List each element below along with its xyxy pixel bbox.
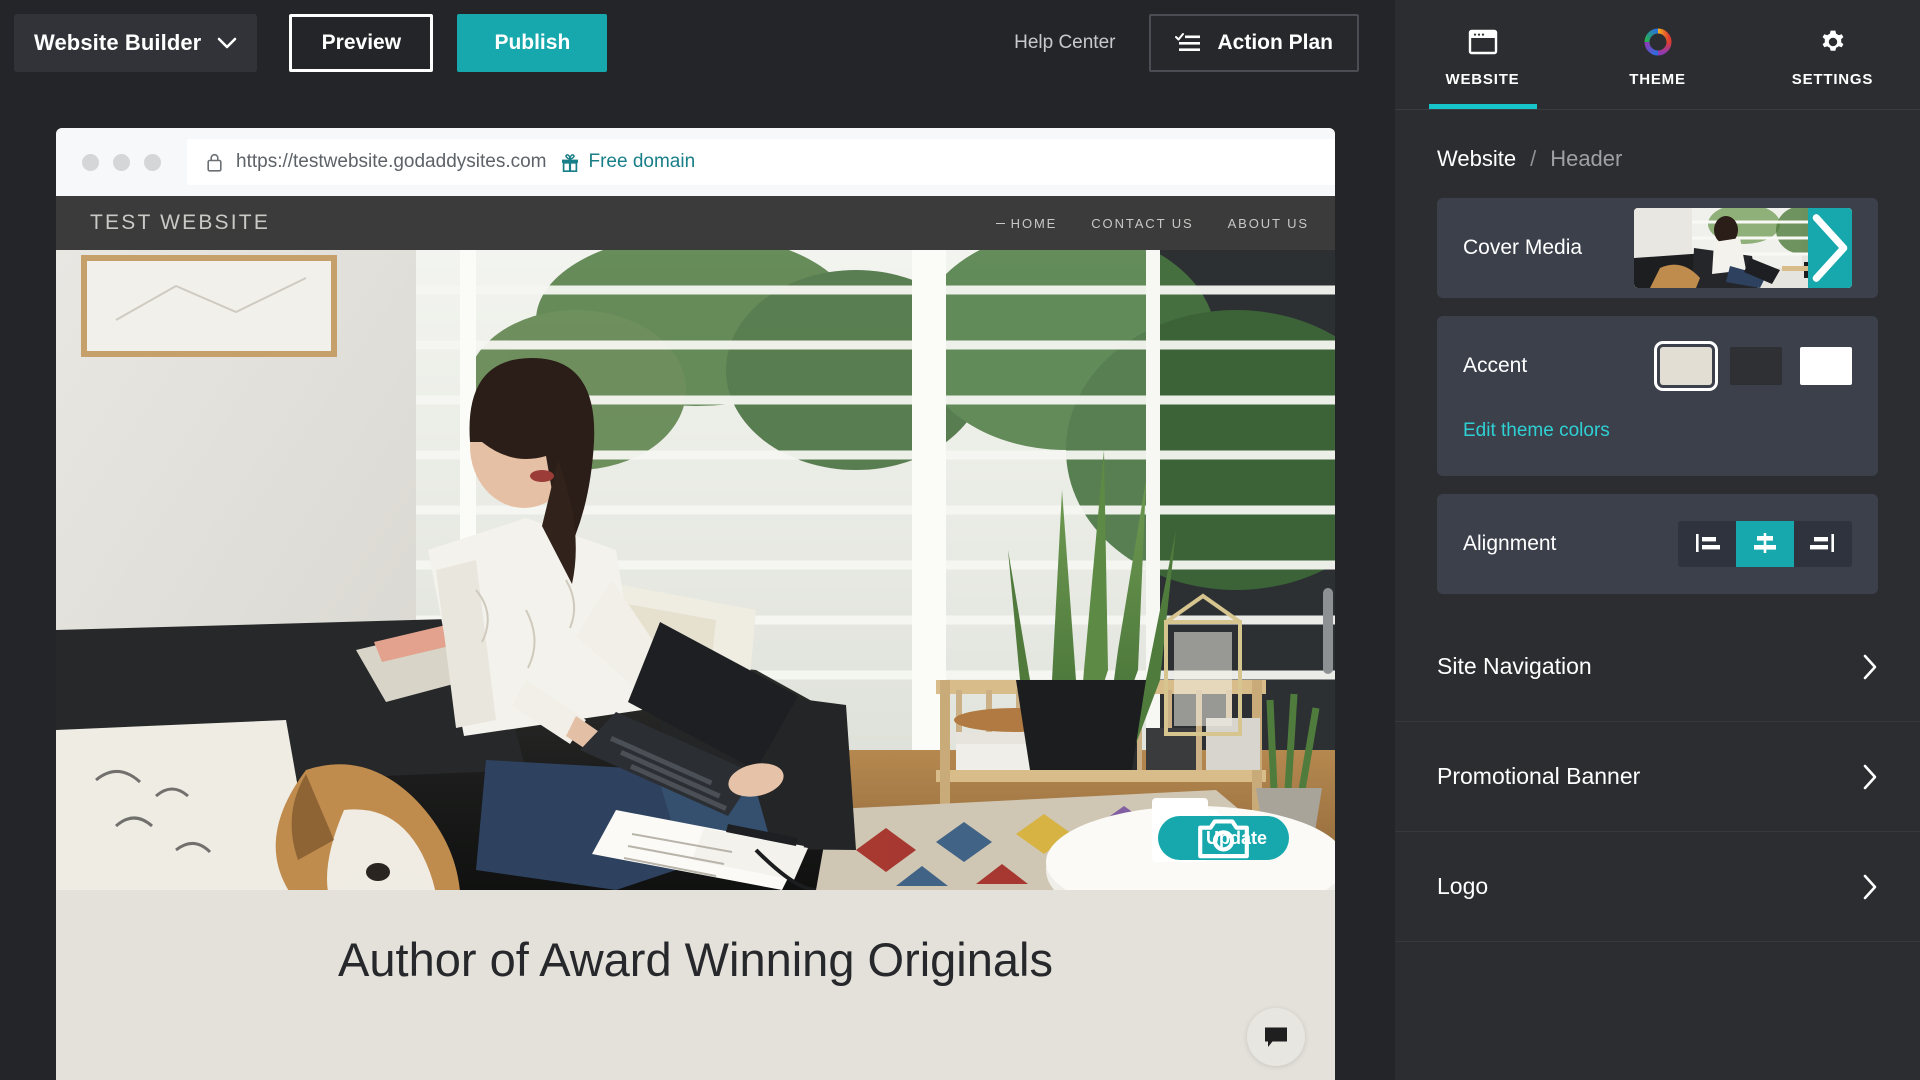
cover-media-label: Cover Media xyxy=(1463,236,1583,259)
chevron-right-icon xyxy=(1808,208,1852,288)
cover-media-row: Cover Media xyxy=(1463,198,1852,298)
sidebar-item-promotional-banner[interactable]: Promotional Banner xyxy=(1395,722,1920,832)
breadcrumb-separator: / xyxy=(1530,146,1537,171)
editor-sidebar: WEBSITE THEME SETTINGS Website / Header … xyxy=(1395,0,1920,1080)
color-wheel-icon xyxy=(1643,27,1673,57)
tab-settings-label: SETTINGS xyxy=(1791,71,1874,88)
align-left-button[interactable] xyxy=(1678,521,1736,567)
alignment-button-group xyxy=(1678,521,1852,567)
site-header-bar: TEST WEBSITE HOME CONTACT US ABOUT US xyxy=(56,196,1335,250)
browser-dot xyxy=(82,153,99,171)
align-center-button[interactable] xyxy=(1736,521,1794,567)
free-domain-label: Free domain xyxy=(588,151,696,172)
tab-theme[interactable]: THEME xyxy=(1570,0,1745,109)
gear-icon xyxy=(1818,27,1848,57)
chat-widget-button[interactable] xyxy=(1247,1008,1305,1066)
gift-icon xyxy=(561,153,579,172)
chevron-right-icon xyxy=(1862,873,1878,901)
alignment-label: Alignment xyxy=(1463,532,1557,555)
sidebar-tab-bar: WEBSITE THEME SETTINGS xyxy=(1395,0,1920,110)
hero-photo-illustration xyxy=(56,250,1335,890)
sidebar-item-logo[interactable]: Logo xyxy=(1395,832,1920,942)
alignment-card: Alignment xyxy=(1437,494,1878,594)
chevron-right-icon xyxy=(1862,653,1878,681)
publish-button[interactable]: Publish xyxy=(457,14,608,72)
url-text: https://testwebsite.godaddysites.com xyxy=(236,151,547,172)
tab-theme-label: THEME xyxy=(1629,71,1686,88)
browser-address-bar[interactable]: https://testwebsite.godaddysites.com Fre… xyxy=(187,139,1335,185)
site-nav-item-home[interactable]: HOME xyxy=(996,216,1058,231)
chevron-right-icon xyxy=(1862,763,1878,791)
top-toolbar: Website Builder Preview Publish Help Cen… xyxy=(0,0,1395,86)
chat-bubble-icon xyxy=(1263,1026,1289,1048)
accent-swatch-beige[interactable] xyxy=(1654,341,1718,391)
site-body-section: Author of Award Winning Originals xyxy=(56,890,1335,1080)
tab-website-label: WEBSITE xyxy=(1445,71,1520,88)
breadcrumb-root[interactable]: Website xyxy=(1437,146,1516,172)
edit-theme-colors-link[interactable]: Edit theme colors xyxy=(1463,416,1610,468)
browser-dot xyxy=(144,153,161,171)
lock-icon xyxy=(207,153,222,172)
hero-cover-image[interactable]: Update xyxy=(56,250,1335,890)
site-navigation: HOME CONTACT US ABOUT US xyxy=(996,216,1309,231)
accent-swatch-white[interactable] xyxy=(1800,347,1852,385)
help-center-link[interactable]: Help Center xyxy=(1014,32,1115,54)
preview-scrollbar-thumb[interactable] xyxy=(1323,588,1333,674)
site-nav-item-contact-us[interactable]: CONTACT US xyxy=(1091,216,1193,231)
align-right-button[interactable] xyxy=(1794,521,1852,567)
site-preview-window: https://testwebsite.godaddysites.com Fre… xyxy=(56,128,1335,1080)
cover-media-thumbnail[interactable] xyxy=(1634,208,1852,288)
site-logo-text: TEST WEBSITE xyxy=(90,211,271,234)
breadcrumb-current: Header xyxy=(1550,146,1623,171)
action-plan-label: Action Plan xyxy=(1217,31,1333,54)
browser-dot xyxy=(113,153,130,171)
editor-main-region: Website Builder Preview Publish Help Cen… xyxy=(0,0,1395,1080)
accent-row: Accent xyxy=(1463,316,1852,416)
action-plan-button[interactable]: Action Plan xyxy=(1149,14,1359,72)
website-builder-app: Website Builder Preview Publish Help Cen… xyxy=(0,0,1920,1080)
sidebar-panel-content: Cover Media Accent Edit theme colors Ali… xyxy=(1395,198,1920,1080)
checklist-icon xyxy=(1175,32,1201,54)
update-cover-button[interactable]: Update xyxy=(1157,816,1289,860)
accent-swatch-group xyxy=(1654,341,1852,391)
site-heading: Author of Award Winning Originals xyxy=(338,933,1053,986)
cover-media-card: Cover Media xyxy=(1437,198,1878,298)
camera-icon xyxy=(1176,819,1249,859)
tab-settings[interactable]: SETTINGS xyxy=(1745,0,1920,109)
browser-traffic-lights xyxy=(82,153,161,171)
accent-swatch-dark[interactable] xyxy=(1730,347,1782,385)
promotional-banner-label: Promotional Banner xyxy=(1437,763,1641,789)
chevron-down-icon xyxy=(217,37,237,49)
preview-button[interactable]: Preview xyxy=(289,14,434,72)
alignment-row: Alignment xyxy=(1463,494,1852,594)
align-left-icon xyxy=(1694,532,1720,557)
logo-label: Logo xyxy=(1437,873,1489,899)
sidebar-item-site-navigation[interactable]: Site Navigation xyxy=(1395,612,1920,722)
website-builder-menu[interactable]: Website Builder xyxy=(14,14,258,72)
browser-chrome-bar: https://testwebsite.godaddysites.com Fre… xyxy=(56,128,1335,196)
tab-website[interactable]: WEBSITE xyxy=(1395,0,1570,109)
accent-card: Accent Edit theme colors xyxy=(1437,316,1878,476)
accent-label: Accent xyxy=(1463,354,1528,377)
free-domain-link[interactable]: Free domain xyxy=(561,151,696,173)
align-right-icon xyxy=(1810,532,1836,557)
breadcrumb: Website / Header xyxy=(1395,110,1920,198)
website-builder-menu-label: Website Builder xyxy=(34,30,202,55)
site-nav-item-about-us[interactable]: ABOUT US xyxy=(1228,216,1309,231)
browser-window-icon xyxy=(1468,27,1498,57)
site-navigation-label: Site Navigation xyxy=(1437,653,1592,679)
align-center-icon xyxy=(1752,532,1778,557)
